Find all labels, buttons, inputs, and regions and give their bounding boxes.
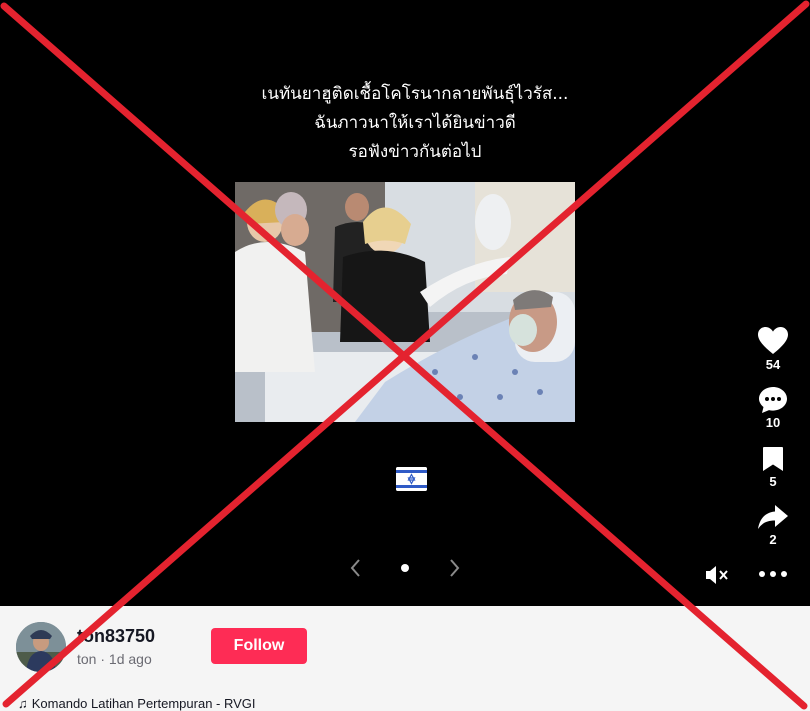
- share-count: 2: [769, 532, 777, 547]
- share-button[interactable]: 2: [752, 503, 794, 547]
- like-count: 54: [765, 357, 781, 372]
- speaker-muted-icon: [706, 566, 728, 584]
- save-button[interactable]: 5: [752, 445, 794, 489]
- israel-flag-icon: [396, 467, 427, 491]
- hospital-photo: [235, 182, 575, 422]
- author-nickname: ton: [77, 651, 97, 667]
- heart-icon: [758, 327, 788, 354]
- post-age: 1d ago: [108, 651, 152, 667]
- comment-button[interactable]: 10: [752, 386, 794, 430]
- next-slide-button[interactable]: [443, 557, 465, 579]
- music-title: Komando Latihan Pertempuran - RVGI: [31, 696, 256, 711]
- more-options-button[interactable]: [758, 566, 788, 582]
- share-icon: [758, 505, 788, 529]
- author-meta: ton · 1d ago: [77, 651, 152, 667]
- ellipsis-icon: [759, 571, 787, 577]
- author-username[interactable]: ton83750: [77, 626, 155, 647]
- chevron-right-icon: [450, 559, 460, 577]
- author-info-bar: ton83750 ton · 1d ago Follow ♫ Komando La…: [0, 606, 810, 711]
- comment-count: 10: [765, 415, 781, 430]
- bookmark-icon: [763, 447, 783, 471]
- video-caption: เนทันยาฮูติดเชื้อโคโรนากลายพันธุ์ไวรัส..…: [180, 80, 650, 167]
- previous-slide-button[interactable]: [345, 557, 367, 579]
- music-track[interactable]: ♫ Komando Latihan Pertempuran - RVGI: [18, 696, 256, 711]
- video-player[interactable]: เนทันยาฮูติดเชื้อโคโรนากลายพันธุ์ไวรัส..…: [0, 0, 810, 606]
- follow-button[interactable]: Follow: [211, 628, 307, 664]
- caption-line-2: ฉันภาวนาให้เราได้ยินข่าวดี: [314, 113, 516, 133]
- meta-separator: ·: [96, 651, 109, 667]
- mute-button[interactable]: [704, 564, 730, 586]
- caption-line-3: รอฟังข่าวกันต่อไป: [348, 142, 482, 162]
- slide-indicator-dot: [401, 564, 409, 572]
- chevron-left-icon: [350, 559, 360, 577]
- like-button[interactable]: 54: [752, 326, 794, 372]
- caption-line-1: เนทันยาฮูติดเชื้อโคโรนากลายพันธุ์ไวรัส..…: [261, 84, 569, 104]
- comment-icon: [759, 387, 787, 413]
- avatar[interactable]: [16, 622, 66, 672]
- music-note-icon: ♫: [18, 696, 28, 711]
- save-count: 5: [769, 474, 777, 489]
